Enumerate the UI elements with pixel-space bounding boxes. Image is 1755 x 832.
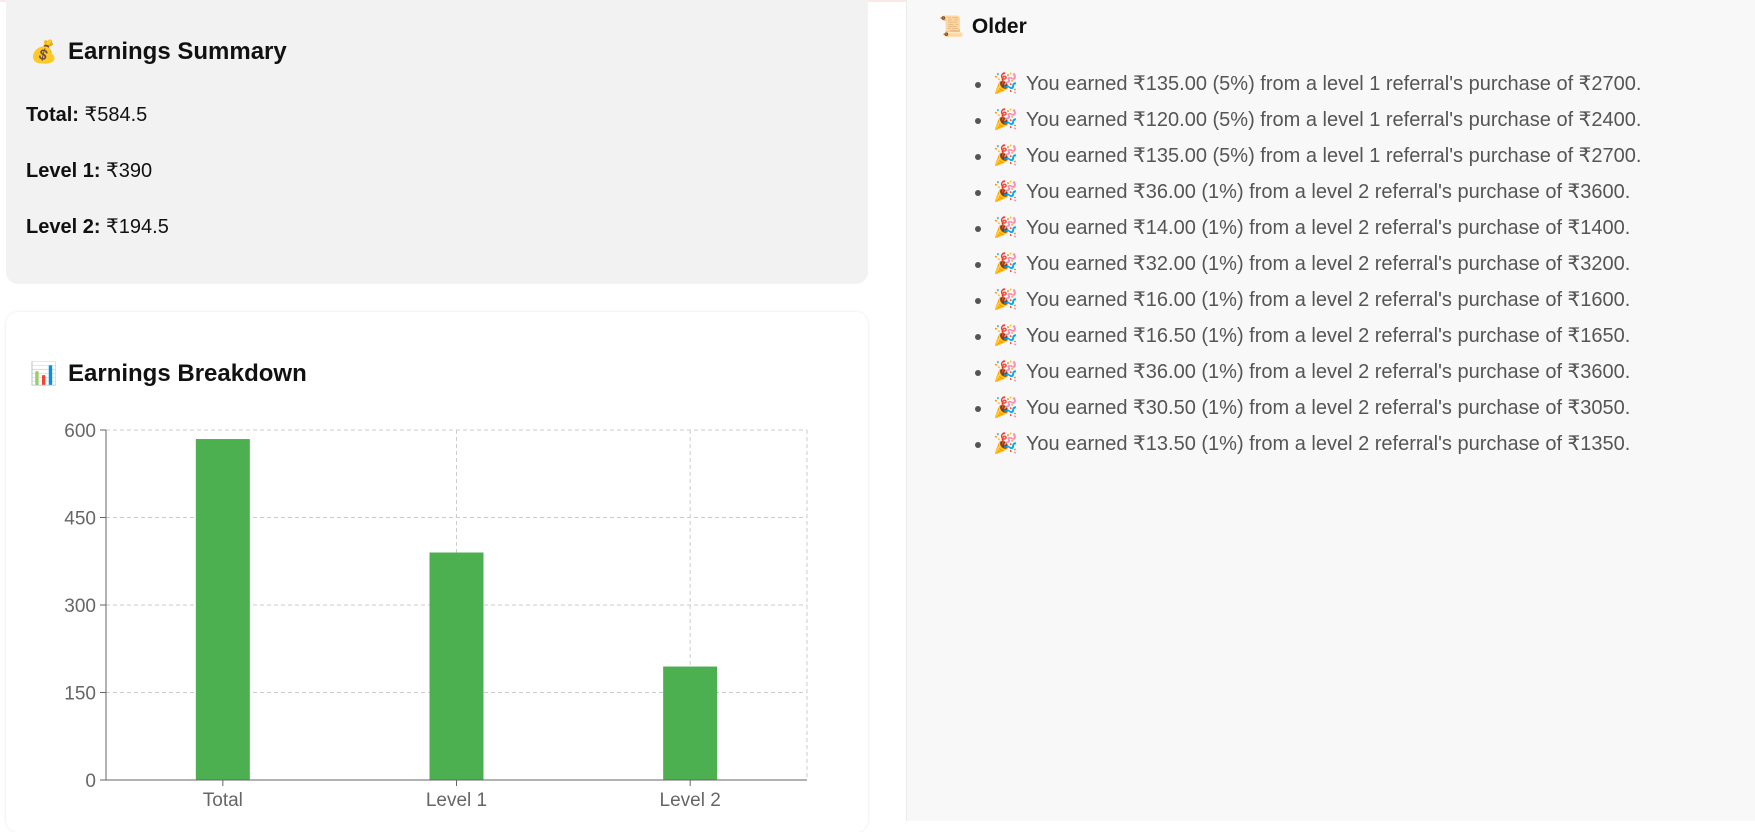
history-item-text: You earned ₹120.00 (5%) from a level 1 r… [1025, 109, 1642, 131]
summary-level2-value: ₹194.5 [106, 216, 169, 238]
earnings-summary-heading: 💰 Earnings Summary [30, 38, 287, 66]
summary-level1-row: Level 1: ₹390 [26, 158, 152, 183]
summary-total-row: Total: ₹584.5 [26, 102, 147, 127]
scroll-icon: 📜 [939, 16, 964, 38]
summary-level2-label: Level 2: [26, 216, 101, 238]
history-item-text: You earned ₹135.00 (5%) from a level 1 r… [1025, 73, 1642, 95]
summary-total-value: ₹584.5 [84, 104, 148, 126]
party-popper-icon: 🎉 [993, 325, 1018, 347]
history-item-text: You earned ₹16.50 (1%) from a level 2 re… [1025, 325, 1631, 347]
history-item-text: You earned ₹32.00 (1%) from a level 2 re… [1025, 253, 1631, 275]
party-popper-icon: 🎉 [993, 253, 1018, 275]
party-popper-icon: 🎉 [993, 109, 1018, 131]
history-item: 🎉 You earned ₹120.00 (5%) from a level 1 … [993, 102, 1641, 138]
history-item-text: You earned ₹30.50 (1%) from a level 2 re… [1025, 397, 1631, 419]
history-item-text: You earned ₹36.00 (1%) from a level 2 re… [1025, 181, 1631, 203]
history-item: 🎉 You earned ₹135.00 (5%) from a level 1 … [993, 66, 1641, 102]
history-item: 🎉 You earned ₹16.50 (1%) from a level 2 r… [993, 318, 1641, 354]
party-popper-icon: 🎉 [993, 433, 1018, 455]
summary-level2-row: Level 2: ₹194.5 [26, 214, 169, 239]
history-item-text: You earned ₹14.00 (1%) from a level 2 re… [1025, 217, 1631, 239]
history-item: 🎉 You earned ₹16.00 (1%) from a level 2 r… [993, 282, 1641, 318]
earnings-summary-card: 💰 Earnings Summary Total: ₹584.5 Level 1… [6, 0, 868, 284]
earnings-summary-title: Earnings Summary [68, 38, 287, 65]
money-bag-icon: 💰 [30, 39, 58, 64]
x-tick-label: Total [203, 790, 243, 811]
y-tick-label: 0 [85, 771, 96, 792]
history-item: 🎉 You earned ₹32.00 (1%) from a level 2 r… [993, 246, 1641, 282]
history-item: 🎉 You earned ₹36.00 (1%) from a level 2 r… [993, 354, 1641, 390]
history-item: 🎉 You earned ₹30.50 (1%) from a level 2 r… [993, 390, 1641, 426]
summary-level1-value: ₹390 [106, 160, 153, 182]
party-popper-icon: 🎉 [993, 289, 1018, 311]
earnings-breakdown-card: 📊 Earnings Breakdown 0 150 300 450 600 Total L… [6, 312, 868, 832]
older-heading: 📜 Older [939, 14, 1027, 39]
history-item: 🎉 You earned ₹14.00 (1%) from a level 2 r… [993, 210, 1641, 246]
history-item-text: You earned ₹16.00 (1%) from a level 2 re… [1025, 289, 1631, 311]
earnings-bar-chart: 0 150 300 450 600 Total Level 1 Level 2 [64, 421, 808, 811]
party-popper-icon: 🎉 [993, 181, 1018, 203]
history-item: 🎉 You earned ₹13.50 (1%) from a level 2 r… [993, 426, 1641, 462]
summary-total-label: Total: [26, 104, 79, 126]
bar-level-2 [663, 666, 718, 780]
x-tick-label: Level 2 [660, 790, 721, 811]
history-item-text: You earned ₹13.50 (1%) from a level 2 re… [1025, 433, 1631, 455]
history-panel: 📜 Older 🎉 You earned ₹135.00 (5%) from a … [906, 0, 1755, 821]
y-tick-label: 600 [64, 421, 96, 442]
bar-total [195, 439, 250, 780]
older-title: Older [971, 14, 1027, 38]
summary-level1-label: Level 1: [26, 160, 101, 182]
y-tick-label: 450 [64, 509, 96, 530]
party-popper-icon: 🎉 [993, 217, 1018, 239]
x-tick-label: Level 1 [426, 790, 487, 811]
party-popper-icon: 🎉 [993, 145, 1018, 167]
history-list: 🎉 You earned ₹135.00 (5%) from a level 1 … [971, 66, 1641, 462]
history-item: 🎉 You earned ₹36.00 (1%) from a level 2 r… [993, 174, 1641, 210]
history-item-text: You earned ₹36.00 (1%) from a level 2 re… [1025, 361, 1631, 383]
y-tick-label: 150 [64, 684, 96, 705]
history-item: 🎉 You earned ₹135.00 (5%) from a level 1 … [993, 138, 1641, 174]
party-popper-icon: 🎉 [993, 361, 1018, 383]
y-tick-label: 300 [64, 596, 96, 617]
party-popper-icon: 🎉 [993, 397, 1018, 419]
history-item-text: You earned ₹135.00 (5%) from a level 1 r… [1025, 145, 1642, 167]
bar-level-1 [429, 552, 484, 780]
party-popper-icon: 🎉 [993, 73, 1018, 95]
